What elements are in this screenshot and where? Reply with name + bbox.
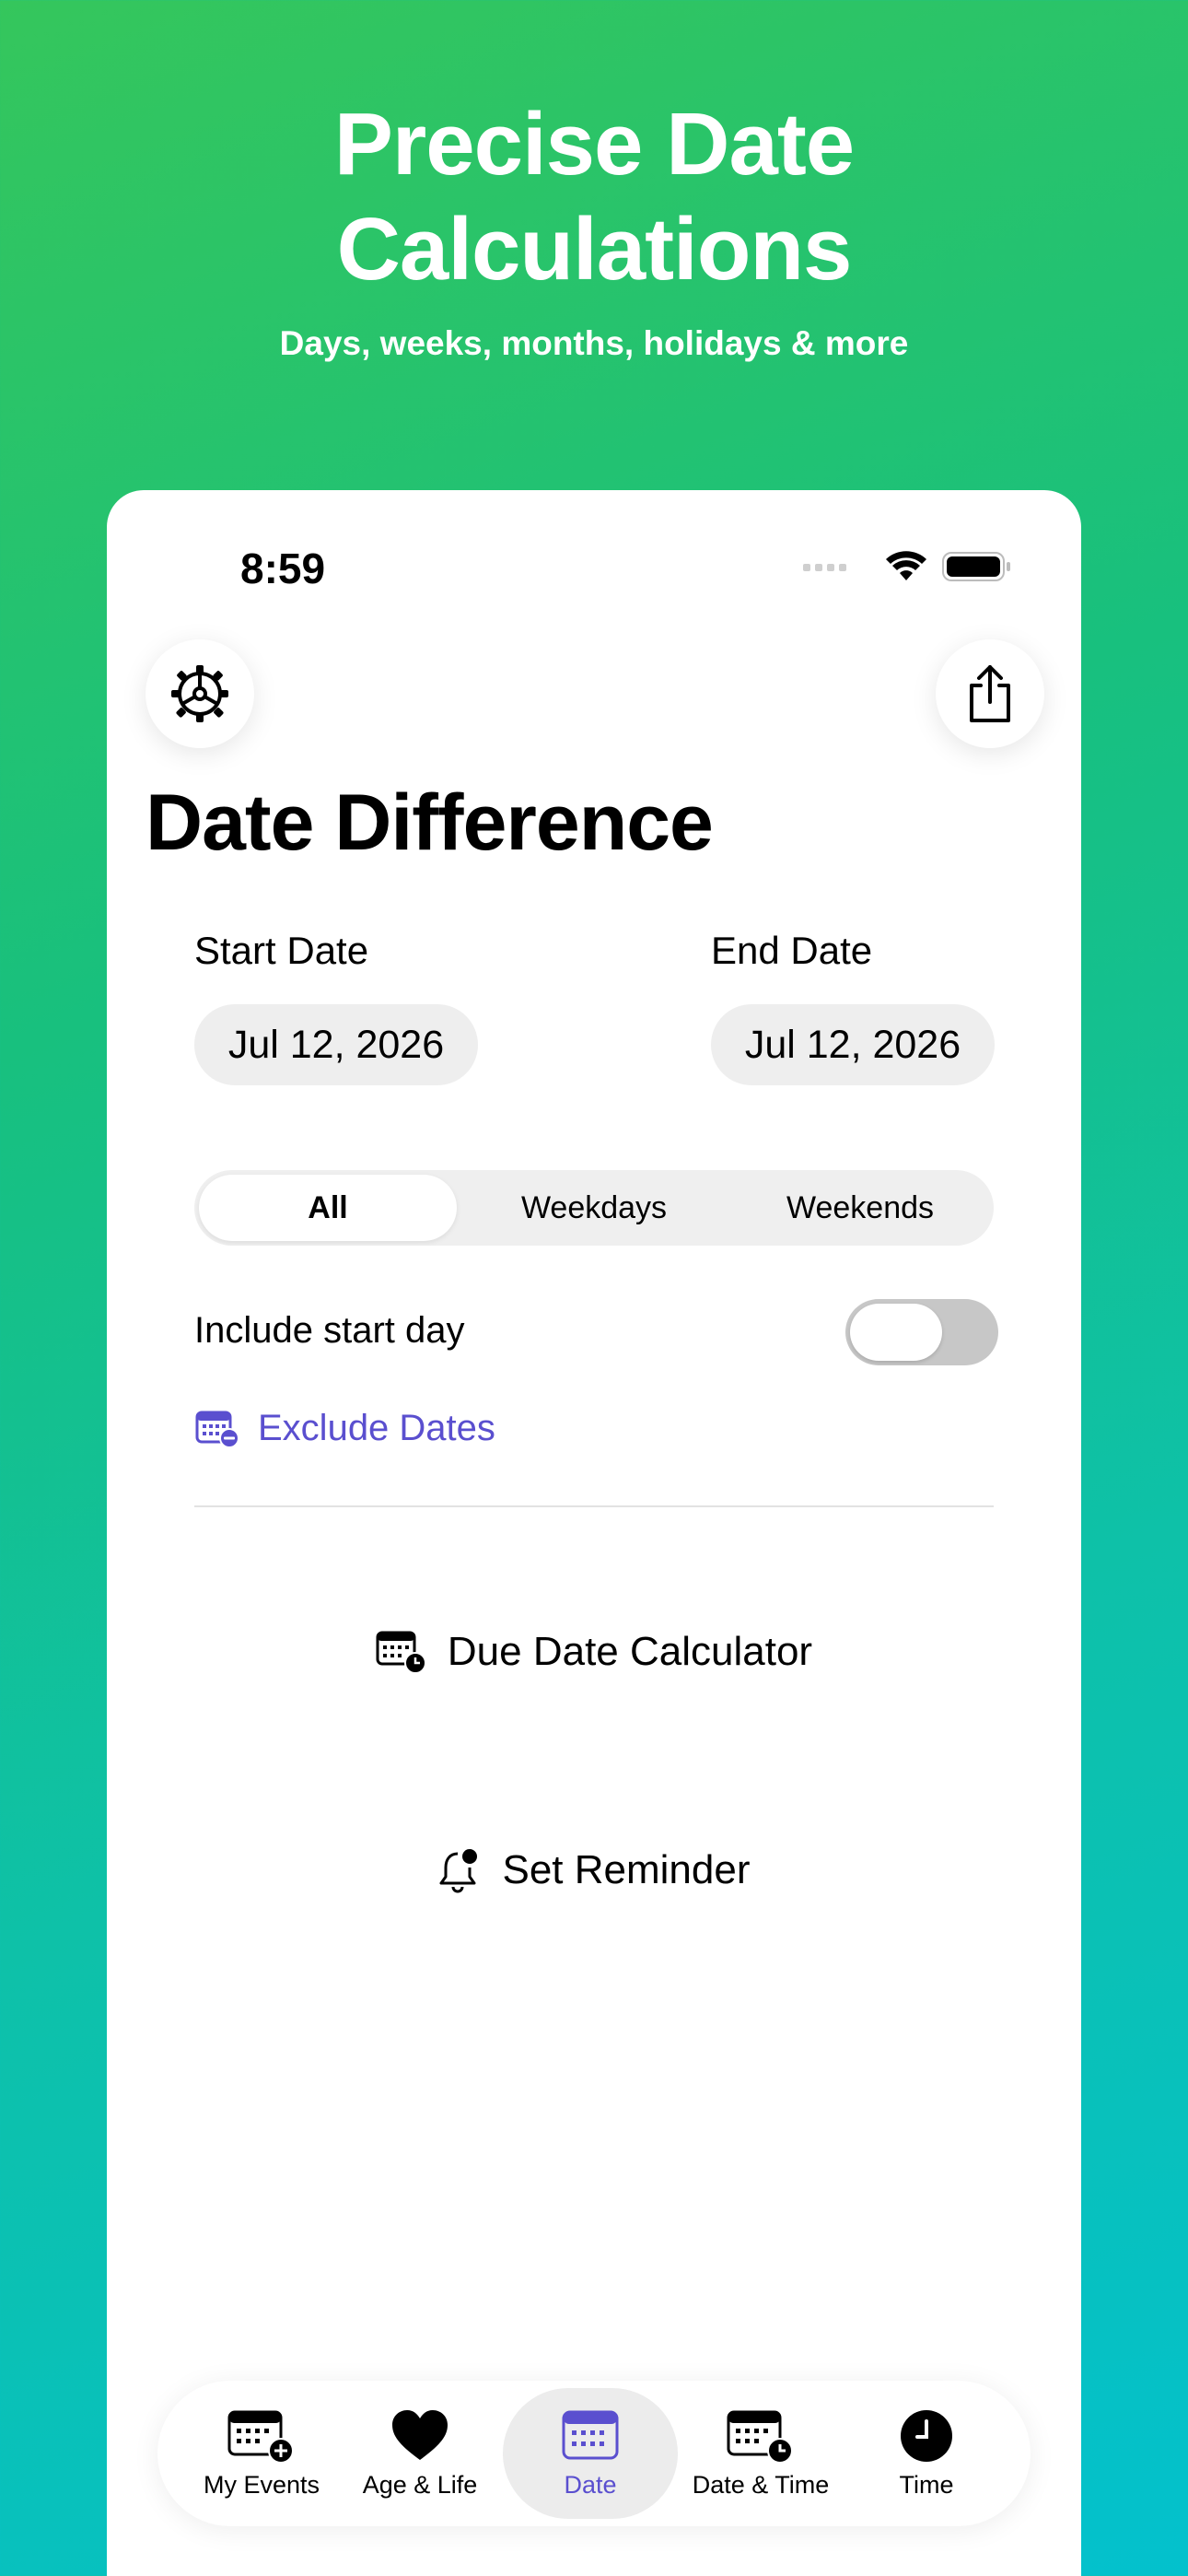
tab-time[interactable]: Time	[839, 2388, 1014, 2519]
due-date-calculator-label: Due Date Calculator	[447, 1629, 813, 1674]
gear-icon	[171, 665, 228, 722]
calendar-icon	[562, 2410, 619, 2460]
phone-screen: 8:59 Date Difference Start Date Jul 12, …	[107, 490, 1081, 2576]
hero-title-line2: Calculations	[336, 200, 853, 299]
start-date-picker[interactable]: Jul 12, 2026	[194, 1004, 478, 1085]
exclude-dates-button[interactable]: Exclude Dates	[195, 1408, 495, 1449]
exclude-dates-label: Exclude Dates	[258, 1408, 495, 1448]
segment-all[interactable]: All	[199, 1175, 457, 1241]
tab-date[interactable]: Date	[503, 2388, 678, 2519]
tab-bar: My Events Age & Life Date Date & Time Ti…	[157, 2381, 1031, 2526]
calendar-clock-icon	[727, 2410, 793, 2464]
include-start-day-toggle[interactable]	[845, 1299, 998, 1365]
heart-icon	[392, 2410, 448, 2460]
set-reminder-button[interactable]: Set Reminder	[107, 1846, 1081, 1894]
day-filter-segmented-control: All Weekdays Weekends	[194, 1170, 994, 1246]
hero-subtitle: Days, weeks, months, holidays & more	[279, 324, 909, 362]
hero-title: Precise Date Calculations	[0, 92, 1188, 302]
page-title: Date Difference	[146, 779, 714, 867]
wifi-icon	[886, 551, 926, 580]
toggle-knob	[850, 1304, 942, 1361]
tab-my-events[interactable]: My Events	[174, 2388, 349, 2519]
tab-label: Date	[564, 2471, 617, 2499]
bell-badge-icon	[439, 1849, 478, 1893]
calendar-clock-icon	[376, 1631, 426, 1674]
settings-button[interactable]	[146, 639, 254, 748]
end-date-label: End Date	[711, 929, 873, 972]
tab-label: My Events	[203, 2471, 320, 2499]
battery-icon	[942, 552, 1010, 581]
tab-label: Date & Time	[692, 2471, 830, 2499]
tab-label: Time	[899, 2471, 954, 2499]
share-icon	[970, 665, 1010, 722]
due-date-calculator-button[interactable]: Due Date Calculator	[107, 1629, 1081, 1675]
share-button[interactable]	[936, 639, 1044, 748]
clock-icon	[901, 2410, 952, 2462]
tab-label: Age & Life	[362, 2471, 478, 2499]
include-start-day-label: Include start day	[194, 1310, 465, 1351]
set-reminder-label: Set Reminder	[502, 1847, 751, 1892]
divider	[194, 1505, 994, 1507]
end-date-picker[interactable]: Jul 12, 2026	[711, 1004, 995, 1085]
segment-weekends[interactable]: Weekends	[731, 1175, 989, 1241]
status-icons	[803, 547, 1015, 584]
tab-date-time[interactable]: Date & Time	[673, 2388, 848, 2519]
calendar-plus-icon	[227, 2410, 294, 2464]
segment-weekdays[interactable]: Weekdays	[465, 1175, 723, 1241]
cellular-icon	[803, 551, 1010, 581]
calendar-minus-icon	[195, 1411, 239, 1448]
tab-age-life[interactable]: Age & Life	[332, 2388, 507, 2519]
start-date-label: Start Date	[194, 929, 369, 972]
hero-title-line1: Precise Date	[333, 95, 855, 193]
status-time: 8:59	[240, 544, 326, 592]
